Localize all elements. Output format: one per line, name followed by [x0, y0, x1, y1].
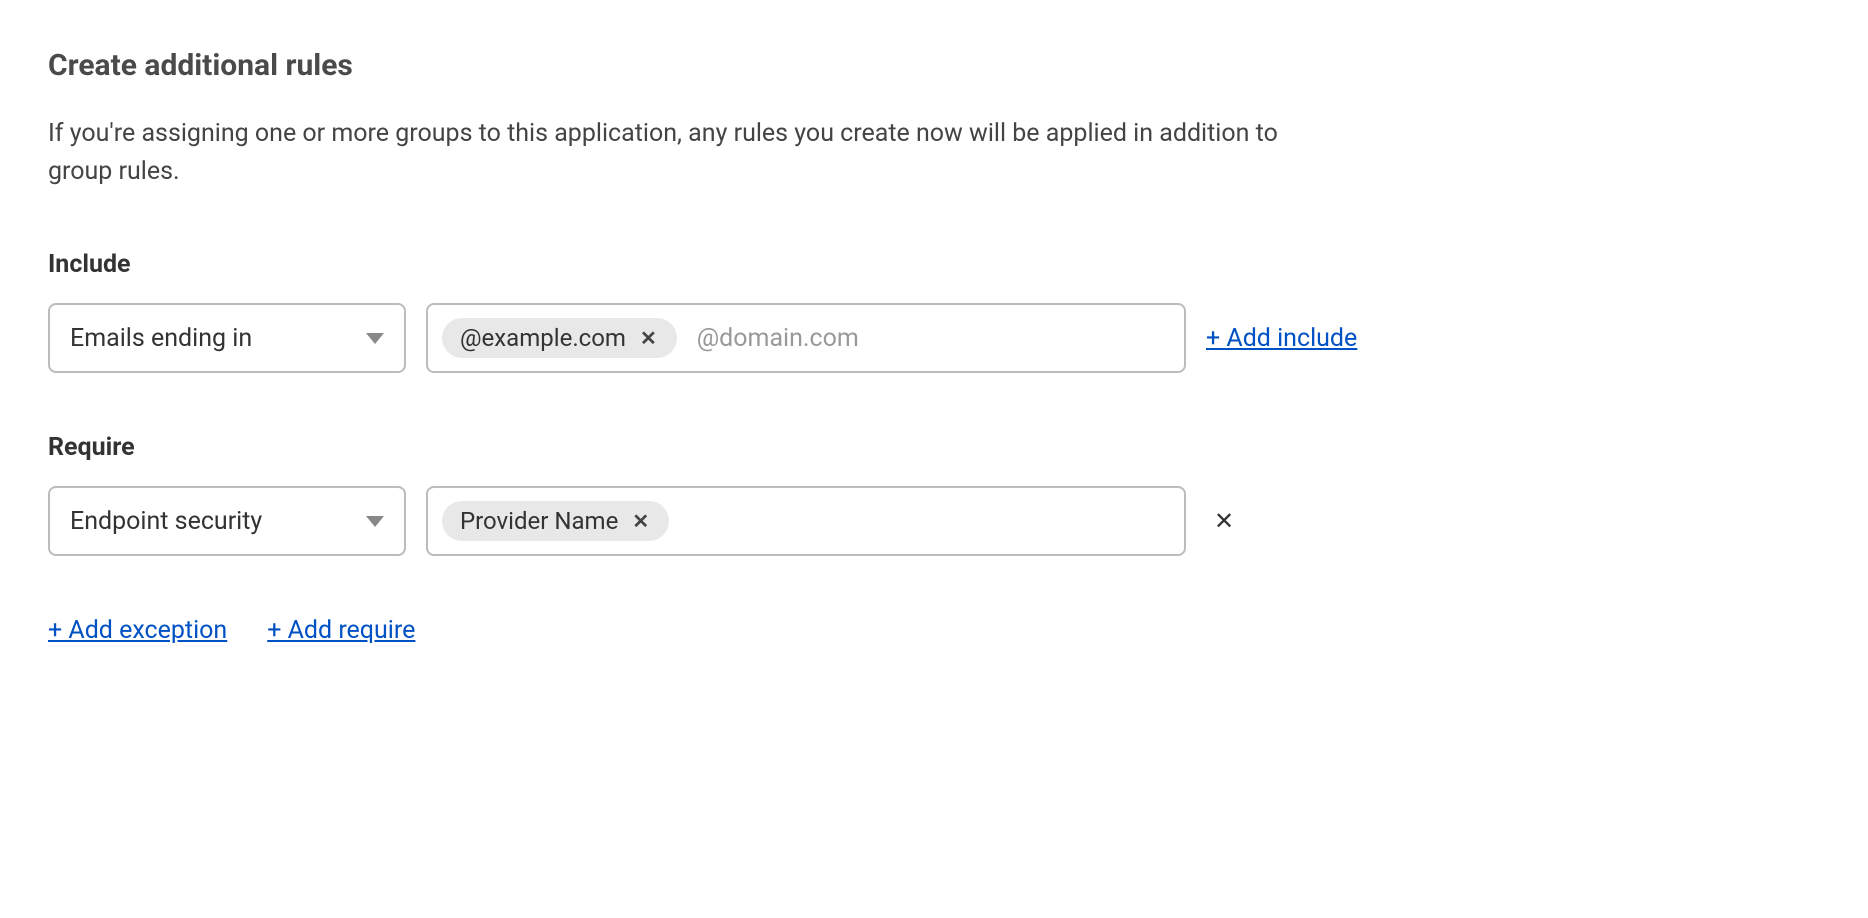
- require-label: Require: [48, 433, 1448, 462]
- include-type-select-value: Emails ending in: [70, 324, 366, 353]
- include-type-select[interactable]: Emails ending in: [48, 303, 406, 373]
- include-tag-label: @example.com: [460, 324, 626, 352]
- include-value-input[interactable]: @example.com ✕ @domain.com: [426, 303, 1186, 373]
- page-heading: Create additional rules: [48, 48, 1448, 83]
- include-placeholder: @domain.com: [697, 324, 859, 353]
- page-description: If you're assigning one or more groups t…: [48, 115, 1308, 190]
- remove-tag-icon[interactable]: ✕: [630, 511, 651, 531]
- include-rule-row: Emails ending in @example.com ✕ @domain.…: [48, 303, 1448, 373]
- require-tag: Provider Name ✕: [442, 501, 669, 541]
- require-rule-row: Endpoint security Provider Name ✕ ✕: [48, 486, 1448, 556]
- require-value-input[interactable]: Provider Name ✕: [426, 486, 1186, 556]
- require-type-select[interactable]: Endpoint security: [48, 486, 406, 556]
- bottom-actions: + Add exception + Add require: [48, 616, 1448, 645]
- chevron-down-icon: [366, 333, 384, 344]
- delete-require-row-icon[interactable]: ✕: [1206, 509, 1242, 533]
- include-tag: @example.com ✕: [442, 318, 677, 358]
- add-exception-link[interactable]: + Add exception: [48, 616, 227, 645]
- add-include-link[interactable]: + Add include: [1206, 324, 1357, 353]
- require-type-select-value: Endpoint security: [70, 507, 366, 536]
- include-label: Include: [48, 250, 1448, 279]
- chevron-down-icon: [366, 516, 384, 527]
- remove-tag-icon[interactable]: ✕: [638, 328, 659, 348]
- require-tag-label: Provider Name: [460, 507, 618, 535]
- add-require-link[interactable]: + Add require: [267, 616, 415, 645]
